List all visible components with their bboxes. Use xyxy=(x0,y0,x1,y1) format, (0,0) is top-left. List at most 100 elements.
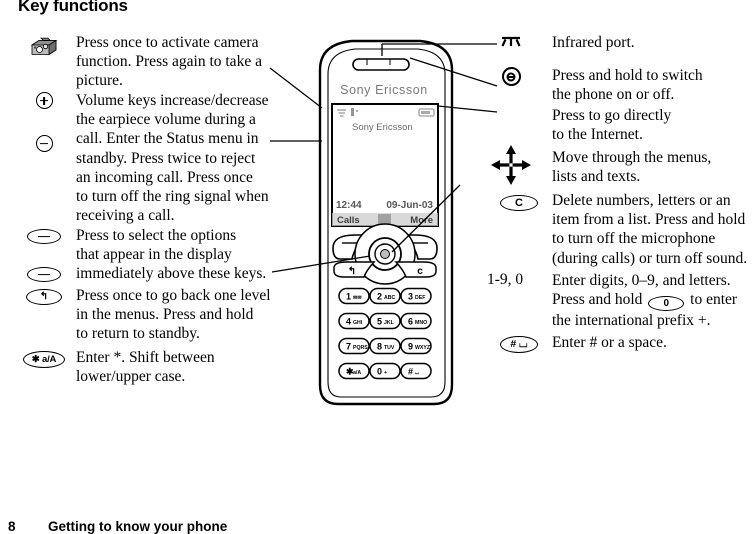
list-item-digit-text: Enter digits, 0–9, and letters. Press an… xyxy=(552,271,755,330)
keypad-digit: 8 xyxy=(377,342,382,352)
text-line: Press and hold to switch xyxy=(552,67,703,84)
text-line: Press to go directly xyxy=(552,107,672,124)
clear-key-label: c xyxy=(417,266,423,277)
keypad-key-5: 5 JKL xyxy=(369,312,401,330)
keypad-letters: ABC xyxy=(384,295,395,301)
text-line: immediately above these keys. xyxy=(76,265,267,283)
list-item-selection-text: Press to select the options that appear … xyxy=(76,226,291,284)
list-item-navigation-key: Move through the menus, lists and texts. xyxy=(491,145,755,191)
text-line: Press to select the options xyxy=(76,227,237,244)
text-line: lower/upper case. xyxy=(76,368,186,386)
clear-key-glyph: C xyxy=(500,195,538,211)
text-line: lists and texts. xyxy=(552,168,641,186)
keypad-digit: 9 xyxy=(408,342,413,352)
select-key-center xyxy=(380,249,390,259)
keypad-key-6: 6 MNO xyxy=(400,312,432,330)
keypad-letters: TUV xyxy=(384,345,395,351)
text-fragment: Press and hold xyxy=(552,291,643,309)
keypad-key-4: 4 GHI xyxy=(338,312,370,330)
screen-softkey-right: More xyxy=(410,215,433,226)
keypad-letters: a/A xyxy=(353,370,361,376)
keypad-key-3: 3 DEF xyxy=(400,287,432,305)
text-line-with-key: Press and hold 0 to enter xyxy=(552,290,755,312)
list-item-infrared-port: Infrared port. xyxy=(497,33,755,66)
text-line: to turn off the ring signal when xyxy=(76,188,269,206)
text-line: an incoming call. Press once xyxy=(76,168,253,186)
text-line: the phone on or off. xyxy=(552,86,675,104)
text-line: Move through the menus, xyxy=(552,149,712,166)
list-item-back-text: Press once to go back one level in the m… xyxy=(76,286,291,344)
text-line: to the Internet. xyxy=(552,126,643,144)
text-line: function. Press again to take a xyxy=(76,53,262,71)
text-line: standby. Press twice to reject xyxy=(76,149,256,167)
screen-date: 09-Jun-03 xyxy=(386,200,433,211)
text-line: Enter # or a space. xyxy=(552,334,667,351)
camera-icon xyxy=(16,35,72,62)
keypad-letters: ⌴ xyxy=(415,370,419,376)
keypad-key-#: # ⌴ xyxy=(400,362,432,380)
list-item-star-text: Enter *. Shift between lower/upper case. xyxy=(76,348,291,386)
text-line: Delete numbers, letters or an xyxy=(552,192,731,209)
keypad-digit: 2 xyxy=(377,292,382,302)
text-line: Enter *. Shift between xyxy=(76,349,215,366)
keypad-key-0: 0 + xyxy=(369,362,401,380)
left-selection-key-icon xyxy=(16,229,72,249)
keypad-letters: JKL xyxy=(384,320,395,326)
phone-brand-text: Sony Ericsson xyxy=(340,83,428,97)
list-item-selection-keys: Press to select the options that appear … xyxy=(16,226,291,286)
list-item-hash-key: # ⌴ Enter # or a space. xyxy=(497,333,755,363)
list-item-volume-keys: Volume keys increase/decrease the earpie… xyxy=(16,91,291,226)
screen-time: 12:44 xyxy=(336,200,362,211)
text-line: receiving a call. xyxy=(76,207,175,225)
right-key-function-list: Infrared port. Press and hold to switch … xyxy=(487,33,755,363)
zero-key-glyph: 0 xyxy=(648,296,685,312)
list-item-clear-key: C Delete numbers, letters or an item fro… xyxy=(497,191,755,271)
keypad-key-9: 9 WXYZ xyxy=(400,337,432,355)
left-key-function-list: Press once to activate camera function. … xyxy=(16,33,291,390)
text-line: Infrared port. xyxy=(552,34,635,51)
star-key-glyph: ✱ a/A xyxy=(23,351,65,368)
keypad-letters: DEF xyxy=(415,295,425,301)
list-item-volume-text: Volume keys increase/decrease the earpie… xyxy=(76,91,291,225)
keypad-digit: 5 xyxy=(377,317,382,327)
keypad-letters: WXYZ xyxy=(415,345,431,351)
hash-key-glyph: # ⌴ xyxy=(500,336,538,353)
text-line: (during calls) or turn off sound. xyxy=(552,249,748,267)
keypad-letters: PQRS xyxy=(353,345,368,351)
text-line: Enter digits, 0–9, and letters. xyxy=(552,272,731,289)
text-line: that appear in the display xyxy=(76,246,232,264)
keypad-digit: 0 xyxy=(377,367,382,377)
back-key-label: ↰ xyxy=(348,266,356,277)
text-line: in the menus. Press and hold xyxy=(76,306,254,324)
list-item-infrared-text: Infrared port. xyxy=(552,33,755,52)
text-line: call. Enter the Status menu in xyxy=(76,130,259,148)
text-line: Press once to go back one level xyxy=(76,287,271,304)
text-line: the international prefix +. xyxy=(552,312,711,330)
back-key-glyph: ↰ xyxy=(26,289,62,305)
list-item-navigation-text: Move through the menus, lists and texts. xyxy=(552,146,755,186)
text-line: to turn off the microphone xyxy=(552,230,716,248)
keypad-letters: ✉✉ xyxy=(353,295,362,301)
keypad-key-2: 2 ABC xyxy=(369,287,401,305)
list-item-back-key: ↰ Press once to go back one level in the… xyxy=(16,286,291,348)
list-item-power-key: Press and hold to switch the phone on or… xyxy=(497,66,755,106)
keypad-digit: 6 xyxy=(408,317,413,327)
star-shift-key-icon: ✱ a/A xyxy=(16,349,72,368)
list-item-internet-key: Press to go directly to the Internet. xyxy=(497,106,755,146)
keypad-digit: 3 xyxy=(408,292,413,302)
keypad-digit: 4 xyxy=(346,317,351,327)
screen-operator-text: Sony Ericsson xyxy=(352,122,413,133)
list-item-power-text: Press and hold to switch the phone on or… xyxy=(552,66,755,104)
footer-section-title: Getting to know your phone xyxy=(48,519,228,534)
text-line: picture. xyxy=(76,72,123,90)
volume-down-icon xyxy=(16,135,72,157)
list-item-internet-text: Press to go directly to the Internet. xyxy=(552,106,755,144)
keypad-letters: GHI xyxy=(353,320,363,326)
keypad-digit: 7 xyxy=(346,342,351,352)
text-fragment: to enter xyxy=(690,291,738,309)
keypad-letters: MNO xyxy=(415,320,427,326)
keypad-letters: + xyxy=(384,370,387,376)
keypad-digit: # xyxy=(408,367,413,377)
footer-page-number: 8 xyxy=(8,519,16,534)
back-key-icon: ↰ xyxy=(16,286,72,305)
